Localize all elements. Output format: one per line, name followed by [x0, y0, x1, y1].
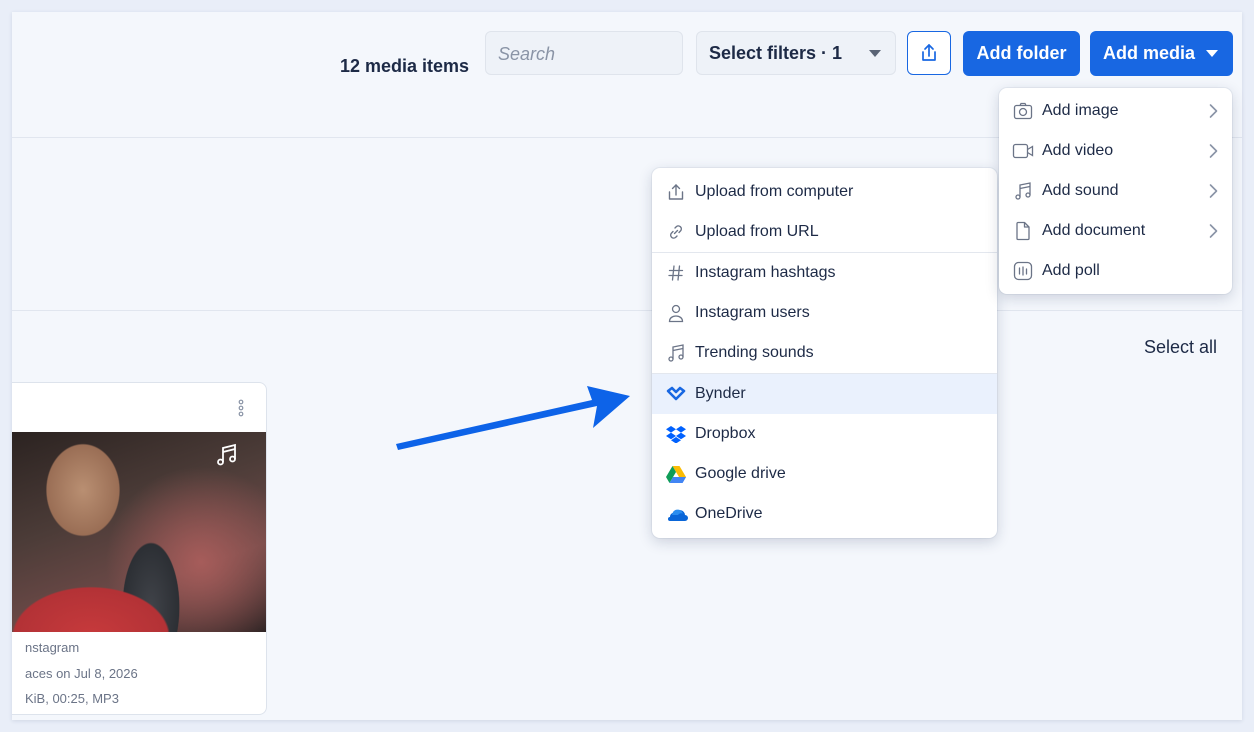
menu-item-instagram-hashtags[interactable]: Instagram hashtags [652, 253, 997, 293]
onedrive-icon [664, 502, 688, 526]
add-media-menu: Add image Add video Add sound Add docume… [999, 88, 1232, 294]
menu-item-label: Add video [1042, 142, 1114, 159]
menu-item-label: Trending sounds [695, 344, 814, 361]
menu-item-label: Instagram users [695, 304, 810, 321]
camera-icon [1011, 99, 1035, 123]
dropbox-icon [664, 422, 688, 446]
menu-item-add-video[interactable]: Add video [999, 131, 1232, 171]
menu-item-add-poll[interactable]: Add poll [999, 251, 1232, 291]
bynder-icon [664, 382, 688, 406]
menu-item-label: Add document [1042, 222, 1146, 239]
menu-item-label: Instagram hashtags [695, 264, 836, 281]
menu-item-label: Dropbox [695, 425, 756, 442]
menu-item-label: Add image [1042, 102, 1119, 119]
menu-item-add-document[interactable]: Add document [999, 211, 1232, 251]
menu-item-label: Google drive [695, 465, 786, 482]
menu-item-trending-sounds[interactable]: Trending sounds [652, 333, 997, 373]
menu-item-label: Add sound [1042, 182, 1119, 199]
chevron-right-icon [1209, 184, 1218, 198]
menu-item-add-sound[interactable]: Add sound [999, 171, 1232, 211]
music-note-icon [1011, 179, 1035, 203]
menu-item-upload-computer[interactable]: Upload from computer [652, 172, 997, 212]
hashtag-icon [664, 261, 688, 285]
video-icon [1011, 139, 1035, 163]
user-icon [664, 301, 688, 325]
chevron-right-icon [1209, 144, 1218, 158]
menu-item-label: OneDrive [695, 505, 763, 522]
upload-icon [664, 180, 688, 204]
menu-item-instagram-users[interactable]: Instagram users [652, 293, 997, 333]
menu-item-add-image[interactable]: Add image [999, 91, 1232, 131]
menu-item-upload-url[interactable]: Upload from URL [652, 212, 997, 252]
menu-item-label: Add poll [1042, 262, 1100, 279]
menu-item-bynder[interactable]: Bynder [652, 374, 997, 414]
menu-item-onedrive[interactable]: OneDrive [652, 494, 997, 534]
google-drive-icon [664, 462, 688, 486]
poll-icon [1011, 259, 1035, 283]
menu-item-google-drive[interactable]: Google drive [652, 454, 997, 494]
link-icon [664, 220, 688, 244]
menu-item-dropbox[interactable]: Dropbox [652, 414, 997, 454]
music-note-icon [664, 341, 688, 365]
media-source-menu: Upload from computer Upload from URL Ins… [652, 168, 997, 538]
document-icon [1011, 219, 1035, 243]
menu-item-label: Upload from URL [695, 223, 819, 240]
chevron-right-icon [1209, 224, 1218, 238]
chevron-right-icon [1209, 104, 1218, 118]
menu-item-label: Bynder [695, 385, 746, 402]
menu-item-label: Upload from computer [695, 183, 854, 200]
